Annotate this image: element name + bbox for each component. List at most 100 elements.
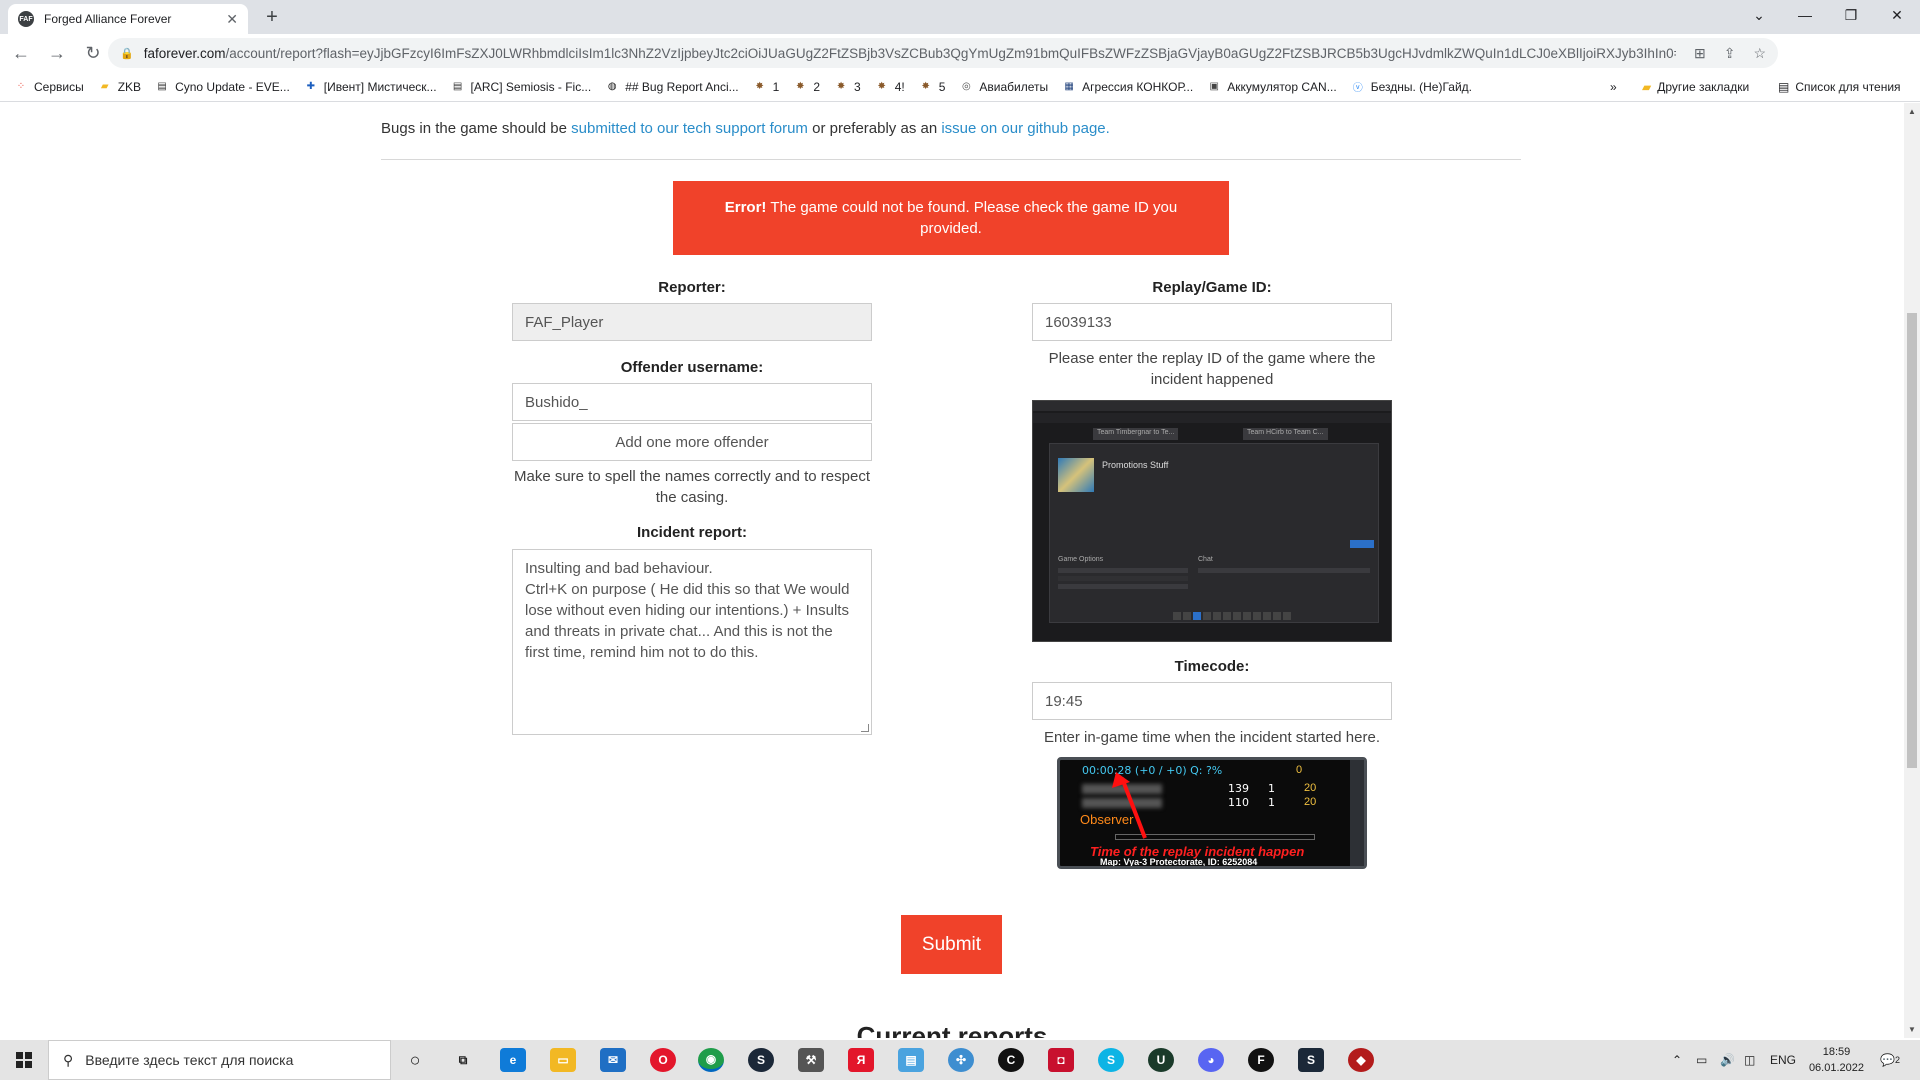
bookmarks-overflow-button[interactable]: » xyxy=(1610,72,1617,102)
faf-client-icon[interactable]: F xyxy=(1248,1048,1274,1072)
scroll-up-icon[interactable]: ▲ xyxy=(1908,107,1916,116)
system-clock[interactable]: 18:59 06.01.2022 xyxy=(1809,1044,1864,1076)
browser-tab[interactable]: FAF Forged Alliance Forever ✕ xyxy=(8,4,248,34)
forward-icon[interactable]: → xyxy=(42,38,72,68)
timecode-input[interactable]: 19:45 xyxy=(1032,682,1392,720)
bookmark-label: [ARC] Semiosis - Fic... xyxy=(470,79,592,94)
discord-icon[interactable]: ◕ xyxy=(1198,1048,1224,1072)
bookmark-item[interactable]: ✸ 1 xyxy=(753,80,779,94)
bookmark-item[interactable]: ✚ [Ивент] Мистическ... xyxy=(304,80,437,94)
tray-expand-icon[interactable]: ⌃ xyxy=(1672,1040,1682,1080)
tab-title: Forged Alliance Forever xyxy=(44,12,172,26)
volume-icon[interactable]: 🔊 xyxy=(1720,1040,1735,1080)
task-view-icon[interactable]: ⧉ xyxy=(450,1048,476,1072)
back-icon[interactable]: ← xyxy=(6,38,36,68)
star-icon: ✸ xyxy=(877,81,886,92)
steam-icon[interactable]: S xyxy=(748,1048,774,1072)
submit-button[interactable]: Submit xyxy=(901,915,1002,974)
intro-text: Bugs in the game should be submitted to … xyxy=(381,120,1110,137)
faf-favicon-icon: FAF xyxy=(18,11,34,27)
bookmark-label: ## Bug Report Anci... xyxy=(625,79,739,94)
windows-start-icon[interactable] xyxy=(0,1040,48,1080)
replay-id-label: Replay/Game ID: xyxy=(1152,279,1272,296)
error-message: The game could not be found. Please chec… xyxy=(766,199,1178,237)
cortana-icon[interactable]: ○ xyxy=(402,1048,428,1072)
bookmark-star-icon[interactable]: ☆ xyxy=(1753,45,1766,62)
battlenet-icon[interactable]: ✣ xyxy=(948,1048,974,1072)
github-issue-link[interactable]: issue on our github page. xyxy=(941,120,1109,137)
resize-handle[interactable] xyxy=(861,724,869,732)
file-explorer-icon[interactable]: ▭ xyxy=(550,1048,576,1072)
image-icon: ▣ xyxy=(1209,81,1219,92)
incident-report-textarea[interactable]: Insulting and bad behaviour. Ctrl+K on p… xyxy=(512,549,872,735)
minimize-button[interactable]: — xyxy=(1782,0,1828,30)
bookmark-item[interactable]: ✸ 2 xyxy=(793,80,820,94)
bookmark-item[interactable]: ▤ [ARC] Semiosis - Fic... xyxy=(451,79,592,94)
mail-icon[interactable]: ✉ xyxy=(600,1048,626,1072)
replay-card-title: Promotions Stuff xyxy=(1102,460,1169,470)
plus-icon: ✚ xyxy=(306,81,315,92)
app-icon[interactable]: ⚒ xyxy=(798,1048,824,1072)
upwork-icon[interactable]: U xyxy=(1148,1048,1174,1072)
opera-icon[interactable]: O xyxy=(650,1048,676,1072)
edge-icon[interactable]: e xyxy=(500,1048,526,1072)
reading-list[interactable]: ▤ Список для чтения xyxy=(1778,72,1901,102)
new-tab-button[interactable]: + xyxy=(260,6,284,29)
reading-list-icon: ▤ xyxy=(1778,80,1790,94)
recorder-icon[interactable]: ◘ xyxy=(1048,1048,1074,1072)
bookmark-item[interactable]: ✸ 5 xyxy=(919,80,946,94)
bookmark-item[interactable]: ✸ 3 xyxy=(834,80,861,94)
bookmark-label: 3 xyxy=(854,79,861,94)
url-host: faforever.com xyxy=(143,45,226,61)
bookmark-item[interactable]: ◎ Авиабилеты xyxy=(959,80,1048,94)
bookmark-item[interactable]: ▣ Аккумулятор CAN... xyxy=(1207,80,1336,94)
folder-icon: ▰ xyxy=(1642,80,1652,94)
bookmark-label: ZKB xyxy=(117,79,142,94)
bookmark-item[interactable]: ▦ Агрессия КОНКОР... xyxy=(1062,80,1193,94)
incident-line-1: Insulting and bad behaviour. xyxy=(525,560,713,577)
bookmark-label: Авиабилеты xyxy=(979,79,1049,94)
page-scrollbar[interactable]: ▲ ▼ xyxy=(1904,103,1920,1038)
bookmark-item[interactable]: ✸ 4! xyxy=(875,80,905,94)
replay-id-input[interactable]: 16039133 xyxy=(1032,303,1392,341)
close-window-button[interactable]: ✕ xyxy=(1874,0,1920,30)
notification-icon[interactable]: 💬 2 xyxy=(1880,1040,1900,1080)
skype-icon[interactable]: S xyxy=(1098,1048,1124,1072)
translate-icon[interactable]: ⊞ xyxy=(1694,45,1706,62)
game-options-heading: Game Options xyxy=(1058,556,1104,563)
scroll-down-icon[interactable]: ▼ xyxy=(1908,1025,1916,1034)
scrollbar-thumb[interactable] xyxy=(1907,313,1917,768)
yandex-icon[interactable]: Я xyxy=(848,1048,874,1072)
incident-line-2: Ctrl+K on purpose ( He did this so that … xyxy=(525,581,850,661)
bookmark-label: Сервисы xyxy=(34,79,84,94)
folder-app-icon[interactable]: ▤ xyxy=(898,1048,924,1072)
error-alert: Error! The game could not be found. Plea… xyxy=(673,181,1229,255)
bookmark-item[interactable]: ⓥ Бездны. (Не)Гайд. xyxy=(1351,80,1472,95)
timecode-label: Timecode: xyxy=(1174,658,1250,675)
restore-button[interactable]: ❐ xyxy=(1828,0,1874,30)
reload-icon[interactable]: ↻ xyxy=(78,38,108,68)
timecode-help: Enter in-game time when the incident sta… xyxy=(1043,729,1380,746)
tab-search-icon[interactable]: ⌄ xyxy=(1736,0,1782,30)
address-bar[interactable]: 🔒 faforever.com/account/report?flash=eyJ… xyxy=(108,38,1778,68)
game-app-icon[interactable]: ◆ xyxy=(1348,1048,1374,1072)
bookmark-item[interactable]: ⁘ Сервисы xyxy=(14,80,84,94)
offender-username-input[interactable]: Bushido_ xyxy=(512,383,872,421)
tray-network-icon[interactable]: ▭ xyxy=(1696,1040,1707,1080)
language-indicator[interactable]: ENG xyxy=(1770,1040,1796,1080)
chrome-icon[interactable]: ◉ xyxy=(698,1048,724,1072)
bookmark-item[interactable]: ◍ ## Bug Report Anci... xyxy=(605,79,739,94)
star-icon: ✸ xyxy=(921,81,930,92)
tech-support-link[interactable]: submitted to our tech support forum xyxy=(571,120,808,137)
taskbar-search[interactable]: ⚲ Введите здесь текст для поиска xyxy=(48,1040,391,1080)
add-offender-button[interactable]: Add one more offender xyxy=(512,423,872,461)
bookmark-item[interactable]: ▰ ZKB xyxy=(98,80,141,94)
other-bookmarks[interactable]: ▰ Другие закладки xyxy=(1642,72,1749,102)
share-icon[interactable]: ⇪ xyxy=(1724,45,1736,62)
bookmark-label: 4! xyxy=(894,79,905,94)
bookmark-item[interactable]: ▤ Cyno Update - EVE... xyxy=(155,80,289,94)
ccleaner-icon[interactable]: C xyxy=(998,1048,1024,1072)
tab-close-icon[interactable]: ✕ xyxy=(226,11,238,28)
wifi-icon[interactable]: ◫ xyxy=(1744,1040,1755,1080)
steam-client-icon[interactable]: S xyxy=(1298,1048,1324,1072)
